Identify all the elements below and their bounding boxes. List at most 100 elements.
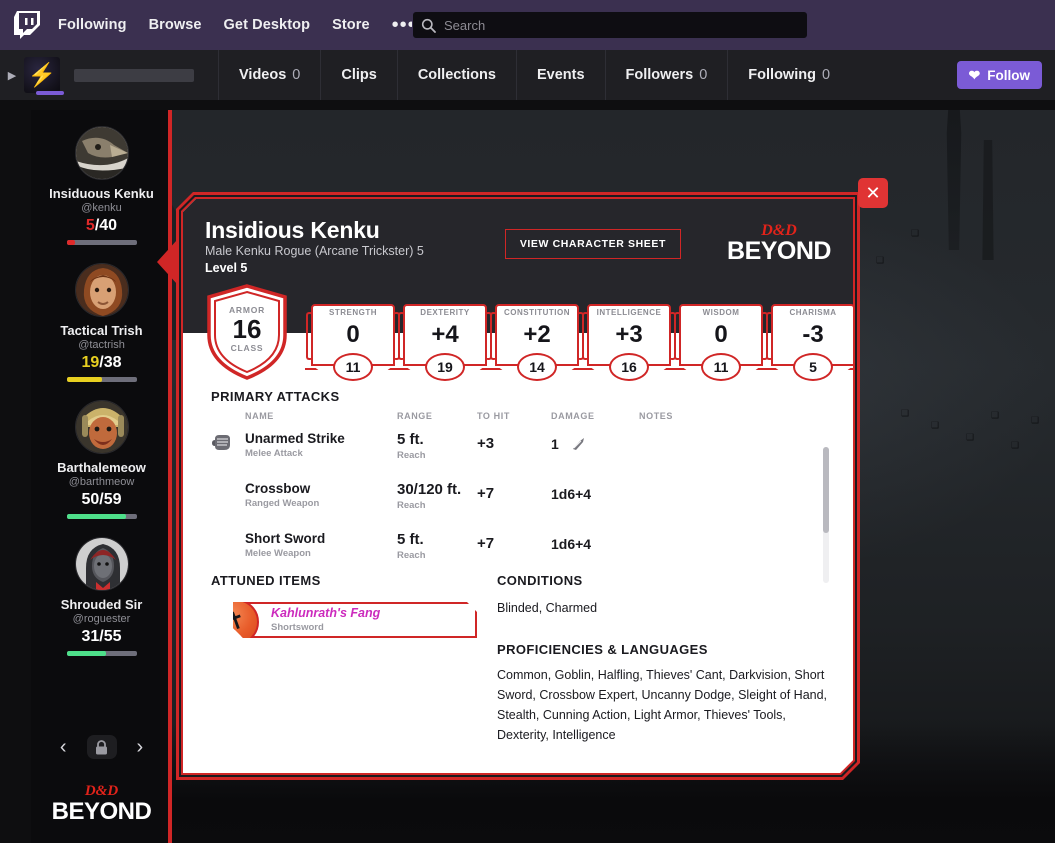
tab-followers[interactable]: Followers 0 bbox=[604, 50, 728, 100]
party-member-1[interactable]: Tactical Trish @tactrish 19/38 bbox=[31, 263, 172, 382]
party-member-list: Insiduous Kenku @kenku 5/40 Tactical Tri… bbox=[31, 110, 172, 656]
nav-item-browse[interactable]: Browse bbox=[149, 17, 202, 33]
bird-icon: ❑ bbox=[1031, 415, 1040, 425]
tab-followers-label: Followers bbox=[625, 67, 694, 83]
table-row[interactable]: Unarmed Strike Melee Attack 5 ft. Reach … bbox=[211, 431, 839, 481]
ability-intelligence[interactable]: INTELLIGENCE +3 16 bbox=[587, 304, 671, 381]
party-member-2[interactable]: Barthalemeow @barthmeow 50/59 bbox=[31, 400, 172, 519]
attack-range-type: Reach bbox=[397, 450, 426, 461]
hp-bar bbox=[66, 651, 137, 656]
ability-charisma[interactable]: CHARISMA -3 5 bbox=[771, 304, 853, 381]
bird-icon: ❑ bbox=[901, 408, 910, 418]
col-range: RANGE bbox=[397, 411, 433, 421]
search-bar[interactable] bbox=[412, 11, 808, 39]
shrouded-sir-portrait-avatar bbox=[74, 537, 129, 591]
tab-following[interactable]: Following 0 bbox=[727, 50, 850, 100]
ability-wisdom[interactable]: WISDOM 0 11 bbox=[679, 304, 763, 381]
tab-clips-label: Clips bbox=[341, 67, 377, 83]
armor-class-value: 16 bbox=[232, 314, 262, 344]
search-input[interactable] bbox=[444, 17, 799, 33]
conditions-proficiencies-column: CONDITIONS Blinded, Charmed PROFICIENCIE… bbox=[481, 573, 833, 745]
attack-range-type: Reach bbox=[397, 550, 426, 561]
attack-range-cell: 5 ft. Reach bbox=[397, 431, 477, 481]
trish-portrait-avatar bbox=[74, 263, 129, 317]
ability-modifier: 0 bbox=[714, 321, 728, 348]
attack-type: Melee Weapon bbox=[245, 548, 311, 559]
background-spire bbox=[982, 140, 994, 260]
nav-item-get-desktop[interactable]: Get Desktop bbox=[224, 17, 311, 33]
party-member-hp: 5/40 bbox=[31, 216, 172, 236]
col-damage: DAMAGE bbox=[551, 411, 595, 421]
ability-scores-row: ARMOR 16 CLASS STRENGTH 0 11 DEXTERITY +… bbox=[205, 283, 835, 381]
attuned-items-title: ATTUNED ITEMS bbox=[211, 573, 321, 588]
party-member-hp: 50/59 bbox=[31, 490, 172, 510]
twitch-logo-icon[interactable] bbox=[14, 11, 40, 39]
attack-name: Unarmed Strike bbox=[245, 431, 345, 446]
tab-events-label: Events bbox=[536, 67, 585, 83]
hp-max: 59 bbox=[103, 491, 122, 508]
ability-strength[interactable]: STRENGTH 0 11 bbox=[311, 304, 395, 381]
attacks-scrollbar[interactable] bbox=[823, 447, 829, 583]
tab-following-label: Following bbox=[748, 67, 816, 83]
primary-attacks-table-wrap: NAME RANGE TO HIT DAMAGE NOTES Unarmed S… bbox=[211, 411, 839, 581]
chevron-right-icon[interactable]: ▶ bbox=[0, 69, 24, 82]
col-name: NAME bbox=[245, 411, 274, 421]
attack-damage: 1d6+4 bbox=[551, 486, 592, 502]
ability-dexterity[interactable]: DEXTERITY +4 19 bbox=[403, 304, 487, 381]
hp-current: 19 bbox=[81, 354, 100, 371]
next-page-button[interactable]: › bbox=[137, 737, 144, 757]
lightning-bolt-icon: ⚡ bbox=[27, 61, 57, 88]
channel-avatar[interactable]: ⚡ bbox=[24, 57, 60, 93]
tab-collections[interactable]: Collections bbox=[396, 50, 516, 100]
tab-clips[interactable]: Clips bbox=[320, 50, 396, 100]
party-member-name: Barthalemeow bbox=[57, 460, 146, 475]
twitch-nav-links: Following Browse Get Desktop Store ••• bbox=[58, 15, 416, 35]
bludgeoning-damage-icon bbox=[571, 437, 586, 451]
nav-item-following[interactable]: Following bbox=[58, 17, 127, 33]
ability-score: 5 bbox=[793, 353, 833, 381]
hp-max: 38 bbox=[103, 354, 122, 371]
tab-videos[interactable]: Videos 0 bbox=[218, 50, 320, 100]
attack-name: Short Sword bbox=[245, 531, 326, 546]
party-member-3[interactable]: Shrouded Sir @roguester 31/55 bbox=[31, 537, 172, 656]
view-character-sheet-button[interactable]: VIEW CHARACTER SHEET bbox=[505, 229, 681, 259]
lock-button[interactable] bbox=[86, 735, 117, 759]
bird-icon: ❑ bbox=[876, 255, 885, 265]
tab-videos-label: Videos bbox=[239, 67, 287, 83]
ability-modifier: +3 bbox=[615, 321, 643, 348]
card-body: Insidious Kenku Male Kenku Rogue (Arcane… bbox=[183, 199, 853, 773]
ability-constitution[interactable]: CONSTITUTION +2 14 bbox=[495, 304, 579, 381]
ddb-logo-line2: BEYOND bbox=[727, 237, 831, 265]
prev-page-button[interactable]: ‹ bbox=[60, 737, 67, 757]
armor-class-shield: ARMOR 16 CLASS bbox=[205, 283, 289, 381]
follow-button[interactable]: ❤ Follow bbox=[956, 61, 1042, 89]
party-member-handle: @kenku bbox=[81, 202, 122, 214]
close-button[interactable]: ✕ bbox=[858, 178, 888, 208]
attuned-item-row[interactable]: ✝ Kahlunrath's Fang Shortsword bbox=[233, 602, 477, 638]
ability-score: 11 bbox=[701, 353, 741, 381]
party-member-hp: 19/38 bbox=[31, 353, 172, 373]
hp-bar bbox=[66, 514, 137, 519]
search-icon bbox=[421, 18, 436, 33]
character-card: ✕ Insidious Kenku Male Kenku Rogue (Arca… bbox=[157, 178, 888, 780]
attack-icon-cell bbox=[211, 481, 245, 531]
nav-item-store[interactable]: Store bbox=[332, 17, 370, 33]
hp-current: 50 bbox=[81, 491, 100, 508]
attack-notes bbox=[639, 481, 839, 531]
hp-bar bbox=[66, 377, 137, 382]
hp-bar bbox=[66, 240, 137, 245]
attack-type: Melee Attack bbox=[245, 448, 303, 459]
attack-name-cell: Unarmed Strike Melee Attack bbox=[245, 431, 397, 481]
tab-events[interactable]: Events bbox=[515, 50, 605, 100]
ability-name: DEXTERITY bbox=[420, 308, 470, 317]
ability-modifier: +4 bbox=[431, 321, 459, 348]
table-row[interactable]: Crossbow Ranged Weapon 30/120 ft. Reach … bbox=[211, 481, 839, 531]
attack-range: 30/120 ft. bbox=[397, 481, 462, 498]
attack-type: Ranged Weapon bbox=[245, 498, 320, 509]
attack-to-hit: +3 bbox=[477, 435, 495, 452]
ability-modifier: -3 bbox=[802, 321, 824, 348]
party-member-0[interactable]: Insiduous Kenku @kenku 5/40 bbox=[31, 126, 172, 245]
hp-current: 31 bbox=[81, 628, 100, 645]
twitch-top-nav: Following Browse Get Desktop Store ••• bbox=[0, 0, 1055, 50]
primary-attacks-table: NAME RANGE TO HIT DAMAGE NOTES Unarmed S… bbox=[211, 411, 839, 581]
